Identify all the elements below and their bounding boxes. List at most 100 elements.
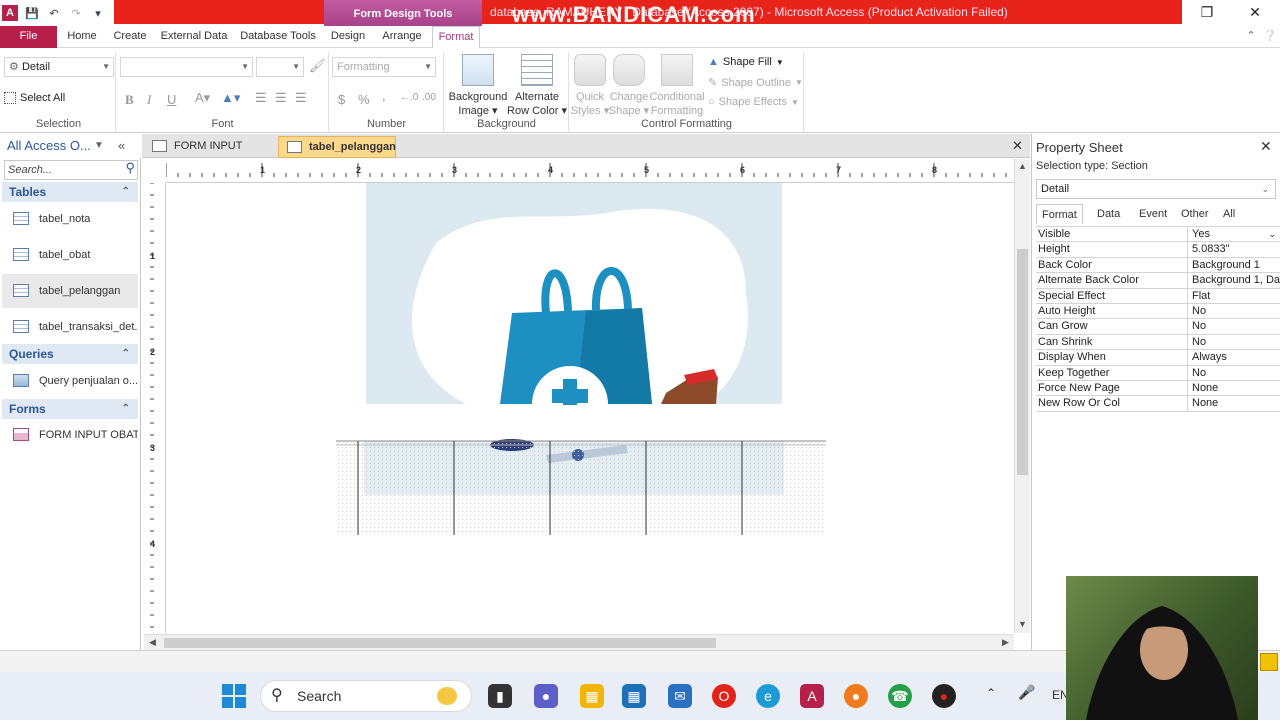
close-document-icon[interactable]: ✕	[1012, 138, 1023, 154]
restore-window-icon[interactable]: ❐	[1192, 4, 1222, 24]
font-color-icon[interactable]: A▾	[195, 90, 210, 106]
shape-fill-button[interactable]: ▲ Shape Fill ▼	[708, 56, 784, 68]
comma-button[interactable]: ,	[382, 88, 386, 103]
edge-icon[interactable]: e	[756, 684, 780, 708]
horizontal-scrollbar[interactable]: ◀ ▶	[144, 634, 1014, 650]
select-all-button[interactable]: Select All	[4, 92, 65, 104]
nav-category-tables[interactable]: Tables ⌃	[2, 182, 138, 202]
ps-tab-data[interactable]: Data	[1092, 204, 1125, 224]
nav-pane-header[interactable]: All Access O... ▼ «	[0, 134, 141, 158]
font-name-combo[interactable]: ▼	[120, 57, 253, 77]
format-painter-icon[interactable]: 🖌	[309, 58, 326, 74]
ps-tab-other[interactable]: Other	[1176, 204, 1214, 224]
scroll-down-icon[interactable]: ▼	[1018, 619, 1027, 629]
chevron-down-icon[interactable]: ⌄	[1268, 227, 1276, 242]
increase-decimals-icon[interactable]: ←.0	[400, 92, 418, 103]
nav-category-forms[interactable]: Forms ⌃	[2, 399, 138, 419]
taskbar-search[interactable]: ⚲ Search	[260, 680, 472, 712]
tab-arrange[interactable]: Arrange	[378, 26, 426, 48]
scroll-up-icon[interactable]: ▲	[1018, 161, 1027, 171]
align-center-icon[interactable]: ☰	[275, 90, 287, 106]
property-row[interactable]: Visible Yes ⌄	[1036, 227, 1280, 243]
access-taskbar-icon[interactable]: A	[800, 684, 824, 708]
scroll-left-icon[interactable]: ◀	[149, 637, 156, 648]
property-row[interactable]: Can Shrink No	[1036, 334, 1280, 351]
doc-tab-form-input-obat[interactable]: FORM INPUT OBAT	[144, 136, 274, 172]
ps-tab-all[interactable]: All	[1218, 204, 1240, 224]
currency-button[interactable]: $	[338, 92, 345, 107]
mail-icon[interactable]: ✉	[668, 684, 692, 708]
property-row[interactable]: New Row Or Col None	[1036, 396, 1280, 412]
tab-database-tools[interactable]: Database Tools	[238, 26, 318, 48]
tab-design[interactable]: Design	[326, 26, 370, 48]
property-object-combo[interactable]: Detail ⌄	[1036, 179, 1276, 199]
opera-icon[interactable]: O	[712, 684, 736, 708]
nav-item-query-penjualan[interactable]: Query penjualan o...	[2, 364, 138, 398]
vertical-scrollbar[interactable]: ▲ ▼	[1014, 159, 1030, 633]
change-shape-button[interactable]: Change Shape ▾	[608, 54, 650, 118]
italic-button[interactable]: I	[147, 92, 151, 108]
background-image-button[interactable]: Background Image ▾	[447, 54, 509, 118]
nav-search-input[interactable]: Search... ⚲	[4, 160, 138, 180]
object-selector-combo[interactable]: ⚙ Detail ▼	[4, 57, 114, 77]
scroll-right-icon[interactable]: ▶	[1002, 637, 1009, 648]
property-row[interactable]: Special Effect Flat	[1036, 288, 1280, 304]
shape-effects-button[interactable]: ○ Shape Effects ▼	[708, 96, 799, 108]
undo-icon[interactable]: ↶	[46, 5, 62, 21]
form-design-canvas[interactable]	[166, 183, 1014, 633]
align-right-icon[interactable]: ☰	[295, 90, 307, 106]
property-row[interactable]: Keep Together No	[1036, 365, 1280, 381]
bold-button[interactable]: B	[125, 92, 134, 108]
nav-item-form-input-obat[interactable]: FORM INPUT OBAT	[2, 418, 138, 452]
close-icon[interactable]: ✕	[1260, 138, 1272, 155]
property-row[interactable]: Auto Height No	[1036, 303, 1280, 320]
tab-home[interactable]: Home	[62, 26, 102, 48]
ps-tab-event[interactable]: Event	[1134, 204, 1172, 224]
whatsapp-icon[interactable]: ☎	[888, 684, 912, 708]
nav-item-tabel-obat[interactable]: tabel_obat	[2, 238, 138, 272]
shutter-bar-icon[interactable]: «	[118, 134, 125, 158]
search-icon[interactable]: ⚲	[125, 159, 135, 177]
store-icon[interactable]: ▦	[622, 684, 646, 708]
tab-external-data[interactable]: External Data	[158, 26, 230, 48]
customize-qat-icon[interactable]: ▾	[90, 5, 106, 21]
property-row[interactable]: Force New Page None	[1036, 380, 1280, 397]
redo-icon[interactable]: ↷	[68, 5, 84, 21]
bandicam-icon[interactable]: ●	[932, 684, 956, 708]
nav-item-tabel-pelanggan[interactable]: tabel_pelanggan	[2, 274, 138, 308]
fill-color-icon[interactable]: ▲▾	[221, 90, 240, 106]
nav-category-queries[interactable]: Queries ⌃	[2, 344, 138, 364]
shape-outline-button[interactable]: ✎ Shape Outline ▼	[708, 76, 803, 90]
file-explorer-icon[interactable]: ▦	[580, 684, 604, 708]
microphone-icon[interactable]: 🎤	[1018, 684, 1035, 701]
firefox-icon[interactable]: ●	[844, 684, 868, 708]
ps-tab-format[interactable]: Format	[1036, 204, 1083, 224]
close-window-icon[interactable]: ✕	[1240, 4, 1270, 24]
help-icon[interactable]: ❔	[1262, 26, 1278, 48]
font-size-combo[interactable]: ▼	[256, 57, 304, 77]
property-row[interactable]: Back Color Background 1	[1036, 257, 1280, 274]
view-shortcut-icon[interactable]	[1260, 653, 1278, 671]
number-format-combo[interactable]: Formatting ▼	[332, 57, 436, 77]
nav-menu-icon[interactable]: ▼	[94, 134, 104, 158]
alternate-row-color-button[interactable]: Alternate Row Color ▾	[507, 54, 567, 118]
property-row[interactable]: Alternate Back Color Background 1, Dar	[1036, 273, 1280, 289]
scroll-thumb[interactable]	[164, 638, 716, 648]
conditional-formatting-button[interactable]: Conditional Formatting	[648, 54, 706, 118]
access-app-icon[interactable]: A	[2, 5, 18, 21]
percent-button[interactable]: %	[358, 92, 370, 107]
property-row[interactable]: Display When Always	[1036, 350, 1280, 366]
nav-item-tabel-transaksi[interactable]: tabel_transaksi_det...	[2, 310, 138, 344]
quick-styles-button[interactable]: Quick Styles ▾	[570, 54, 610, 118]
nav-item-tabel-nota[interactable]: tabel_nota	[2, 202, 138, 236]
minimize-ribbon-icon[interactable]: ⌃	[1244, 26, 1258, 48]
scroll-thumb[interactable]	[1017, 249, 1028, 475]
teams-icon[interactable]: ●	[534, 684, 558, 708]
save-icon[interactable]: 💾	[24, 5, 40, 21]
tray-overflow-icon[interactable]: ⌃	[986, 686, 996, 700]
property-row[interactable]: Can Grow No	[1036, 319, 1280, 335]
property-row[interactable]: Height 5.0833"	[1036, 242, 1280, 258]
underline-button[interactable]: U	[167, 92, 176, 107]
tab-format[interactable]: Format	[432, 26, 480, 48]
tab-file[interactable]: File	[0, 26, 57, 48]
